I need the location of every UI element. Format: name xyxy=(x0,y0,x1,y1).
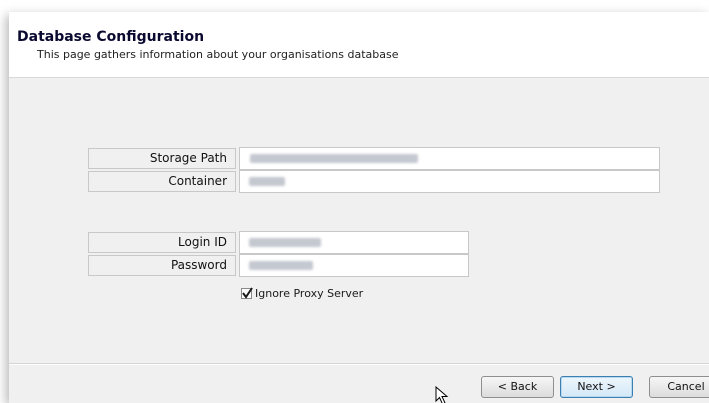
container-label: Container xyxy=(88,171,236,192)
storage-path-label: Storage Path xyxy=(88,148,236,169)
redacted-value xyxy=(249,238,321,247)
wizard-header: Database Configuration This page gathers… xyxy=(9,12,709,78)
ignore-proxy-label: Ignore Proxy Server xyxy=(255,287,364,300)
redacted-value xyxy=(249,177,285,186)
page-title: Database Configuration xyxy=(17,29,205,45)
footer-separator xyxy=(9,363,709,365)
redacted-value xyxy=(249,261,313,270)
password-label: Password xyxy=(88,255,236,276)
cancel-button[interactable]: Cancel xyxy=(649,376,709,398)
mouse-pointer-icon xyxy=(435,386,449,403)
checkmark-icon xyxy=(242,287,253,299)
storage-path-input[interactable] xyxy=(239,147,660,170)
login-id-input[interactable] xyxy=(239,231,469,254)
back-button[interactable]: < Back xyxy=(481,376,554,398)
wizard-window: Database Configuration This page gathers… xyxy=(9,12,709,403)
container-input[interactable] xyxy=(239,170,660,193)
ignore-proxy-checkbox[interactable] xyxy=(241,287,253,299)
page-subtitle: This page gathers information about your… xyxy=(37,48,399,61)
next-button[interactable]: Next > xyxy=(560,376,633,398)
login-id-label: Login ID xyxy=(88,232,236,253)
ignore-proxy-option[interactable]: Ignore Proxy Server xyxy=(241,286,363,301)
password-input[interactable] xyxy=(239,254,469,277)
redacted-value xyxy=(250,154,418,163)
